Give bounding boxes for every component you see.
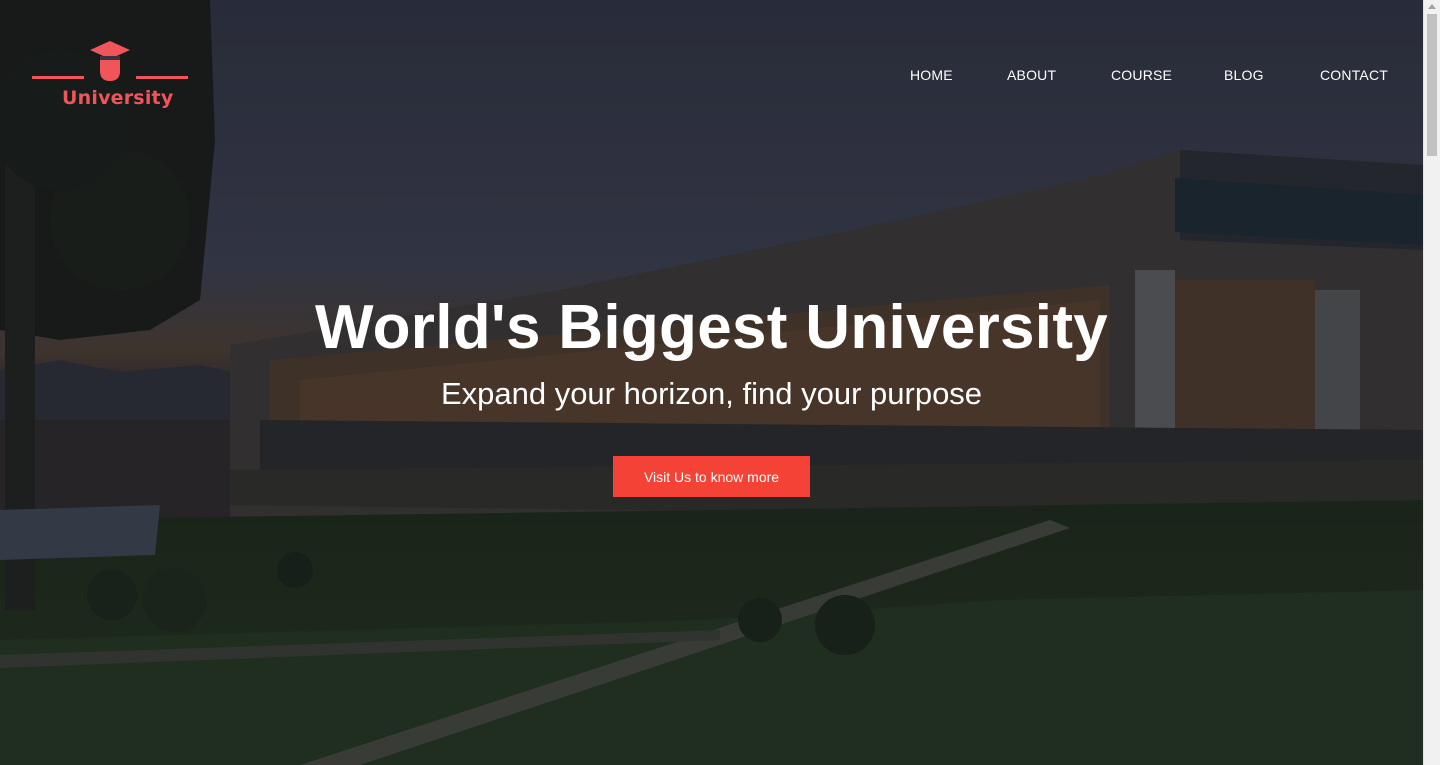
nav-item-about[interactable]: ABOUT [1007,67,1056,83]
nav-item-course[interactable]: COURSE [1111,67,1172,83]
scroll-up-arrow-icon[interactable] [1428,4,1436,9]
hero-subtitle: Expand your horizon, find your purpose [440,376,983,411]
main-navigation: HOME ABOUT COURSE BLOG CONTACT [880,67,1400,87]
scrollbar-thumb[interactable] [1427,14,1437,156]
hero-title: World's Biggest University [314,293,1109,362]
vertical-scrollbar[interactable] [1423,0,1440,765]
hero-section: University HOME ABOUT COURSE BLOG CONTAC… [0,0,1423,765]
university-logo[interactable]: University [30,38,190,114]
nav-item-blog[interactable]: BLOG [1224,67,1264,83]
brand-name: University [62,87,174,109]
nav-item-home[interactable]: HOME [910,67,953,83]
nav-item-contact[interactable]: CONTACT [1320,67,1388,83]
visit-us-button[interactable]: Visit Us to know more [613,456,810,497]
